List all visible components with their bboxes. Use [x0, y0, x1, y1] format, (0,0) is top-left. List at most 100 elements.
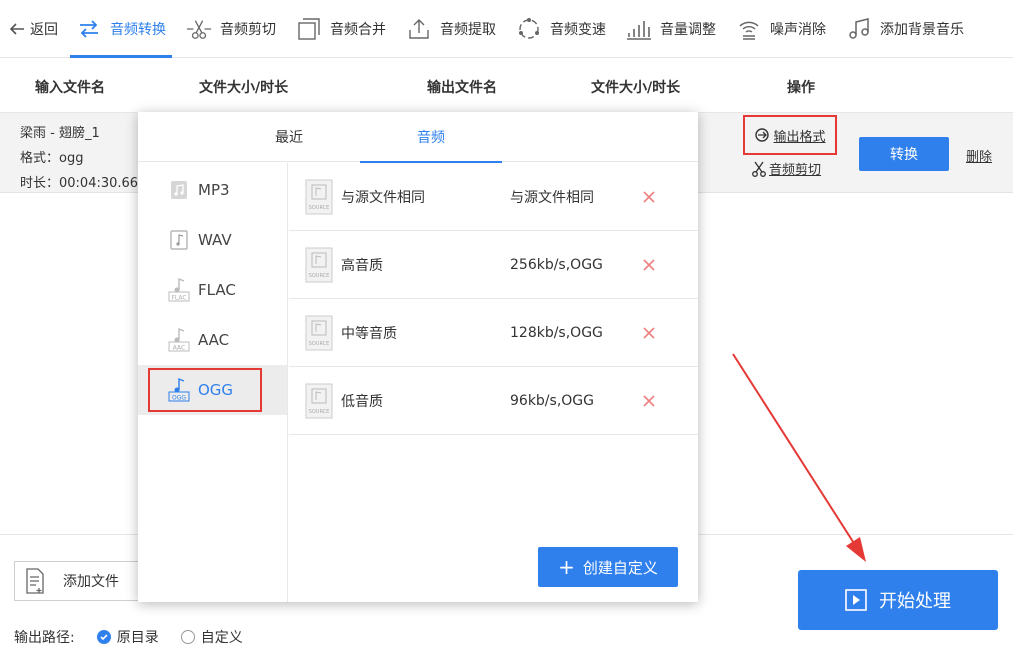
tab-audio[interactable]: 音频 — [360, 112, 502, 163]
play-icon — [845, 589, 867, 611]
svg-text:SOURCE: SOURCE — [309, 273, 330, 279]
format-popup: 最近 音频 MP3 WAV FLAC FLAC AAC AAC OGG OGG … — [138, 112, 698, 602]
radio-custom-label: 自定义 — [200, 630, 243, 646]
start-label: 开始处理 — [879, 591, 951, 612]
preset-name: 低音质 — [341, 393, 383, 410]
file-name: 梁雨 - 翅膀_1 — [20, 126, 100, 141]
format-item-aac[interactable]: AAC AAC — [138, 315, 287, 365]
tab-audio-cut[interactable]: 音频剪切 — [176, 0, 286, 58]
file-format: 格式：ogg — [20, 151, 84, 166]
convert-arrows-icon — [76, 16, 102, 42]
tab-label: 音频剪切 — [220, 21, 276, 38]
back-arrow-icon — [9, 22, 24, 35]
mp3-file-icon — [168, 177, 190, 203]
noise-wifi-icon — [736, 16, 762, 42]
tab-recent[interactable]: 最近 — [218, 112, 360, 162]
output-path-label: 输出路径: — [14, 630, 75, 646]
radio-original-dir[interactable]: 原目录 — [96, 627, 159, 647]
radio-checked-icon — [96, 630, 111, 644]
preset-name: 与源文件相同 — [341, 189, 425, 206]
list-item[interactable]: SOURCE 与源文件相同 与源文件相同 — [289, 163, 698, 231]
tab-audio-extract[interactable]: 音频提取 — [396, 0, 506, 58]
tab-label: 音频合并 — [330, 21, 386, 38]
format-label: MP3 — [198, 181, 230, 199]
tab-label: 噪声消除 — [770, 21, 826, 38]
preset-value: 256kb/s,OGG — [510, 256, 603, 273]
add-file-icon — [26, 568, 44, 594]
col-input-filename: 输入文件名 — [35, 80, 105, 96]
aac-file-icon: AAC — [168, 327, 190, 353]
radio-original-label: 原目录 — [116, 630, 159, 646]
create-custom-label: 创建自定义 — [582, 558, 658, 577]
preset-value: 与源文件相同 — [510, 189, 594, 206]
format-circle-icon — [755, 128, 770, 142]
format-label: WAV — [198, 231, 232, 249]
radio-unchecked-icon — [180, 630, 195, 644]
tab-noise-removal[interactable]: 噪声消除 — [726, 0, 836, 58]
svg-text:SOURCE: SOURCE — [309, 205, 330, 211]
tab-label: 音频变速 — [550, 21, 606, 38]
radio-custom-dir[interactable]: 自定义 — [180, 627, 243, 647]
extract-upload-icon — [406, 16, 432, 42]
format-label: FLAC — [198, 281, 236, 299]
back-label: 返回 — [30, 21, 58, 38]
source-file-icon: SOURCE — [305, 179, 333, 215]
table-header: 输入文件名 文件大小/时长 输出文件名 文件大小/时长 操作 — [0, 59, 1013, 113]
speed-circle-icon — [516, 16, 542, 42]
preset-name: 高音质 — [341, 257, 383, 274]
create-custom-button[interactable]: + 创建自定义 — [538, 547, 678, 587]
add-file-button[interactable]: 添加文件 — [14, 561, 144, 601]
tab-audio-merge[interactable]: 音频合并 — [286, 0, 396, 58]
close-icon[interactable] — [639, 391, 659, 411]
merge-icon — [296, 16, 322, 42]
col-actions: 操作 — [787, 80, 815, 96]
source-file-icon: SOURCE — [305, 315, 333, 351]
scissors-icon — [752, 161, 766, 177]
format-item-mp3[interactable]: MP3 — [138, 165, 287, 215]
svg-text:AAC: AAC — [173, 345, 185, 352]
tab-label: 音量调整 — [660, 21, 716, 38]
format-item-flac[interactable]: FLAC FLAC — [138, 265, 287, 315]
format-item-wav[interactable]: WAV — [138, 215, 287, 265]
tab-add-bg-music[interactable]: 添加背景音乐 — [836, 0, 964, 58]
back-button[interactable]: 返回 — [0, 0, 66, 58]
col-input-size: 文件大小/时长 — [199, 80, 289, 96]
close-icon[interactable] — [639, 187, 659, 207]
music-note-icon — [846, 16, 872, 42]
list-item[interactable]: SOURCE 高音质 256kb/s,OGG — [289, 231, 698, 299]
source-file-icon: SOURCE — [305, 247, 333, 283]
preset-value: 128kb/s,OGG — [510, 324, 603, 341]
output-format-link[interactable]: 输出格式 — [743, 115, 837, 155]
audio-cut-label: 音频剪切 — [769, 163, 822, 178]
plus-icon: + — [558, 555, 575, 579]
close-icon[interactable] — [639, 323, 659, 343]
tab-label: 添加背景音乐 — [880, 21, 964, 38]
format-sidebar: MP3 WAV FLAC FLAC AAC AAC OGG OGG — [138, 163, 288, 602]
tab-volume-adjust[interactable]: 音量调整 — [616, 0, 726, 58]
list-item[interactable]: SOURCE 低音质 96kb/s,OGG — [289, 367, 698, 435]
preset-name: 中等音质 — [341, 325, 397, 342]
svg-text:SOURCE: SOURCE — [309, 341, 330, 347]
source-file-icon: SOURCE — [305, 383, 333, 419]
close-icon[interactable] — [639, 255, 659, 275]
audio-cut-link[interactable]: 音频剪切 — [752, 159, 821, 178]
svg-text:FLAC: FLAC — [171, 295, 186, 302]
format-label: AAC — [198, 331, 230, 349]
wav-file-icon — [168, 227, 190, 253]
delete-link[interactable]: 删除 — [966, 146, 992, 165]
highlight-box — [148, 368, 262, 412]
start-processing-button[interactable]: 开始处理 — [798, 570, 998, 630]
list-item[interactable]: SOURCE 中等音质 128kb/s,OGG — [289, 299, 698, 367]
preset-value: 96kb/s,OGG — [510, 392, 594, 409]
output-path: 输出路径: 原目录 自定义 — [14, 627, 243, 647]
tab-audio-convert[interactable]: 音频转换 — [66, 0, 176, 58]
format-item-ogg[interactable]: OGG OGG — [138, 365, 287, 415]
add-file-label: 添加文件 — [63, 574, 119, 590]
popup-tabs: 最近 音频 — [138, 112, 698, 163]
col-output-filename: 输出文件名 — [427, 80, 497, 96]
tab-audio-speed[interactable]: 音频变速 — [506, 0, 616, 58]
col-output-size: 文件大小/时长 — [591, 80, 681, 96]
convert-button[interactable]: 转换 — [859, 137, 949, 171]
tab-label: 音频提取 — [440, 21, 496, 38]
output-format-label: 输出格式 — [773, 129, 826, 145]
